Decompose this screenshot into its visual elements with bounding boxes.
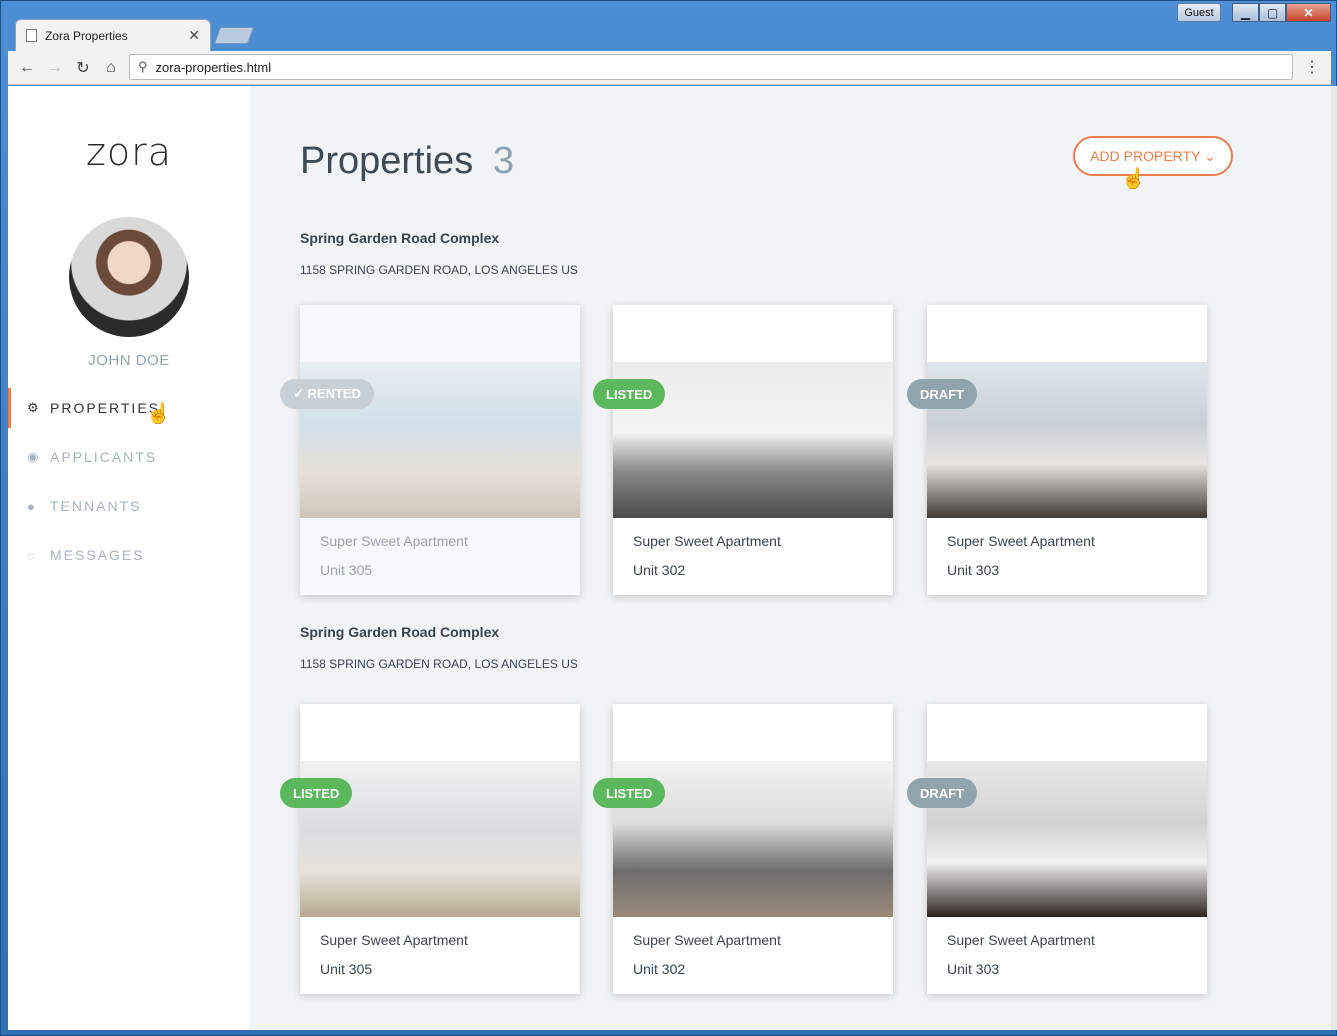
property-card[interactable]: LISTED Super Sweet Apartment Unit 302 — [593, 704, 893, 994]
page-icon — [26, 29, 37, 42]
property-card[interactable]: DRAFT Super Sweet Apartment Unit 303 — [907, 704, 1207, 994]
property-card[interactable]: LISTED Super Sweet Apartment Unit 305 — [280, 704, 580, 994]
address-bar[interactable]: ⚲ zora-properties.html — [129, 54, 1293, 80]
status-badge: DRAFT — [907, 778, 978, 808]
hand-cursor-icon: ☝ — [146, 403, 171, 425]
chat-icon: ◌ — [27, 547, 37, 563]
status-badge: LISTED — [593, 778, 666, 808]
close-window-icon[interactable]: ✕ — [1286, 3, 1331, 22]
property-card[interactable]: LISTED Super Sweet Apartment Unit 302 — [593, 305, 893, 595]
property-name: Super Sweet Apartment — [320, 533, 468, 549]
property-card[interactable]: ✓ RENTED Super Sweet Apartment Unit 305 — [280, 305, 580, 595]
group-title: Spring Garden Road Complex — [300, 624, 500, 640]
sidebar-item-tennants[interactable]: ● TENNANTS — [8, 486, 250, 526]
hand-cursor-icon: ☝ — [1121, 168, 1146, 190]
property-name: Super Sweet Apartment — [320, 932, 468, 948]
sidebar-item-applicants[interactable]: ◉ APPLICANTS — [8, 437, 250, 477]
home-icon[interactable]: ⌂ — [100, 57, 122, 79]
property-count: 3 — [493, 140, 515, 182]
property-name: Super Sweet Apartment — [947, 932, 1095, 948]
sidebar-item-label: MESSAGES — [50, 547, 145, 563]
back-icon[interactable]: ← — [16, 57, 38, 79]
group-title: Spring Garden Road Complex — [300, 230, 500, 246]
group-address: 1158 SPRING GARDEN ROAD, LOS ANGELES US — [300, 263, 578, 277]
tab-strip: Zora Properties ✕ Guest ▁ ▢ ✕ — [1, 1, 1337, 51]
url-text: zora-properties.html — [155, 59, 272, 75]
maximize-icon[interactable]: ▢ — [1259, 3, 1286, 22]
tab-title: Zora Properties — [45, 28, 128, 43]
avatar — [69, 217, 189, 337]
sidebar-item-messages[interactable]: ◌ MESSAGES — [8, 535, 250, 575]
scrollbar[interactable] — [1331, 86, 1337, 1030]
property-name: Super Sweet Apartment — [947, 533, 1095, 549]
sidebar: zora JOHN DOE ⚙ PROPERTIES ◉ APPLICANTS … — [8, 86, 250, 1030]
status-badge: LISTED — [593, 379, 666, 409]
page-viewport: zora JOHN DOE ⚙ PROPERTIES ◉ APPLICANTS … — [8, 86, 1331, 1030]
sidebar-item-label: APPLICANTS — [50, 449, 158, 465]
status-badge: DRAFT — [907, 379, 978, 409]
status-badge: LISTED — [280, 778, 353, 808]
gears-icon: ⚙ — [27, 400, 41, 415]
logo: zora — [85, 130, 173, 174]
page-title: Properties — [300, 140, 474, 182]
user-circle-icon: ◉ — [27, 449, 41, 464]
search-icon: ⚲ — [138, 59, 148, 74]
sidebar-item-label: TENNANTS — [50, 498, 142, 514]
property-unit: Unit 305 — [320, 961, 373, 977]
new-tab-button[interactable] — [213, 27, 255, 44]
sidebar-item-label: PROPERTIES — [50, 400, 160, 416]
add-property-button[interactable]: ADD PROPERTY ⌄ — [1073, 136, 1233, 176]
group-address: 1158 SPRING GARDEN ROAD, LOS ANGELES US — [300, 657, 578, 671]
guest-profile-button[interactable]: Guest — [1177, 3, 1221, 22]
property-name: Super Sweet Apartment — [633, 533, 781, 549]
sidebar-item-properties[interactable]: ⚙ PROPERTIES — [8, 388, 250, 428]
property-unit: Unit 302 — [633, 562, 686, 578]
minimize-icon[interactable]: ▁ — [1232, 3, 1259, 22]
reload-icon[interactable]: ↻ — [72, 57, 94, 79]
users-icon: ● — [27, 498, 37, 514]
property-card[interactable]: DRAFT Super Sweet Apartment Unit 303 — [907, 305, 1207, 595]
menu-icon[interactable]: ⋮ — [1304, 57, 1320, 77]
property-unit: Unit 303 — [947, 562, 1000, 578]
browser-tab[interactable]: Zora Properties ✕ — [15, 19, 211, 51]
forward-icon[interactable]: → — [44, 57, 66, 79]
browser-window: Zora Properties ✕ Guest ▁ ▢ ✕ ← → ↻ ⌂ ⚲ … — [0, 0, 1337, 1036]
property-unit: Unit 302 — [633, 961, 686, 977]
status-badge: ✓ RENTED — [280, 379, 374, 409]
browser-toolbar: ← → ↻ ⌂ ⚲ zora-properties.html ⋮ — [8, 51, 1331, 85]
close-tab-icon[interactable]: ✕ — [188, 27, 200, 44]
property-name: Super Sweet Apartment — [633, 932, 781, 948]
property-unit: Unit 303 — [947, 961, 1000, 977]
user-name: JOHN DOE — [88, 352, 170, 369]
property-unit: Unit 305 — [320, 562, 373, 578]
main-content: Properties 3 ADD PROPERTY ⌄ ☝ Spring Gar… — [250, 86, 1331, 1030]
